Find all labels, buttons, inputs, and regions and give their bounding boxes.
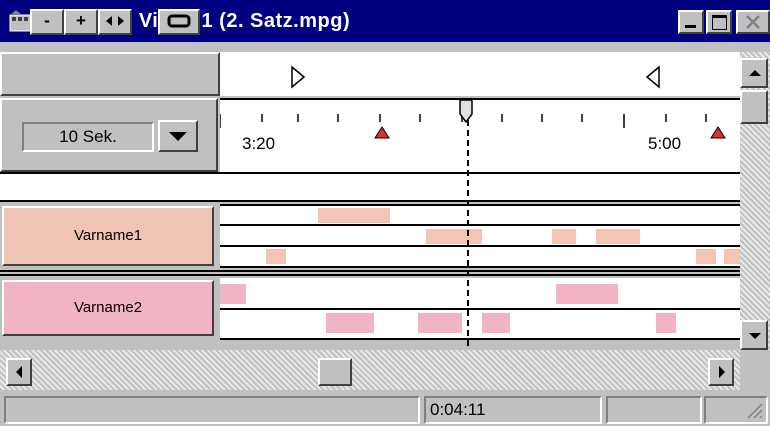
clip[interactable] [596, 229, 640, 244]
track-label-varname2[interactable]: Varname2 [2, 280, 214, 336]
status-cell-empty [4, 396, 420, 424]
minimize-icon [685, 25, 696, 28]
clip[interactable] [220, 284, 246, 304]
marker-icon[interactable] [374, 126, 390, 140]
horizontal-scroll-thumb[interactable] [318, 358, 352, 386]
chevron-down-icon [169, 132, 187, 141]
loop-button[interactable] [158, 9, 200, 35]
clip[interactable] [266, 249, 286, 264]
out-point-marker-icon[interactable] [645, 65, 661, 89]
zoom-select-value[interactable]: 10 Sek. [22, 122, 154, 152]
status-cell-empty [606, 396, 702, 424]
marker-icon[interactable] [710, 126, 726, 140]
in-point-marker-icon[interactable] [290, 65, 306, 89]
fit-view-button[interactable] [98, 9, 132, 35]
status-time: 0:04:11 [424, 396, 602, 424]
clip[interactable] [552, 229, 576, 244]
track-divider [0, 270, 740, 276]
loop-icon [167, 14, 191, 28]
minimize-button[interactable] [678, 10, 704, 34]
spacer-row [0, 172, 740, 202]
clip[interactable] [724, 249, 740, 264]
maximize-icon [712, 15, 727, 30]
horizontal-scrollbar[interactable] [0, 350, 740, 390]
zoom-out-button[interactable]: - [30, 9, 64, 35]
track-lane-varname2[interactable] [220, 278, 740, 340]
expand-arrows-icon [106, 16, 124, 26]
clip[interactable] [426, 229, 482, 244]
arrow-left-icon [16, 366, 22, 378]
close-button[interactable] [736, 10, 770, 34]
scroll-left-button[interactable] [6, 358, 32, 386]
clip[interactable] [418, 313, 462, 333]
arrow-right-icon [719, 366, 725, 378]
clip[interactable] [656, 313, 676, 333]
clip[interactable] [318, 208, 390, 223]
scroll-up-button[interactable] [740, 58, 768, 88]
clip[interactable] [556, 284, 618, 304]
vertical-scrollbar[interactable] [740, 52, 770, 360]
range-strip[interactable] [220, 52, 740, 96]
close-icon [746, 15, 760, 29]
vertical-scroll-thumb[interactable] [740, 90, 768, 124]
playhead-line [467, 120, 469, 356]
scroll-right-button[interactable] [708, 358, 734, 386]
timeline-toolbar [0, 52, 220, 96]
ruler-label-start: 3:20 [242, 134, 276, 153]
clip[interactable] [326, 313, 374, 333]
arrow-up-icon [749, 70, 761, 76]
zoom-in-button[interactable]: + [64, 9, 98, 35]
scroll-down-button[interactable] [740, 320, 768, 350]
clip[interactable] [482, 313, 510, 333]
maximize-button[interactable] [706, 10, 732, 34]
track-lane-varname1[interactable] [220, 204, 740, 268]
scroll-corner [740, 350, 770, 390]
playhead-handle-icon[interactable] [458, 98, 474, 126]
ruler-ticks [220, 114, 707, 128]
zoom-select-dropdown-button[interactable] [158, 120, 198, 152]
track-label-varname1[interactable]: Varname1 [2, 206, 214, 266]
ruler-label-end: 5:00 [648, 134, 682, 153]
clip[interactable] [696, 249, 716, 264]
arrow-down-icon [749, 333, 761, 339]
resize-grip-icon [747, 403, 763, 419]
size-grip[interactable] [704, 396, 768, 424]
time-ruler[interactable]: 3:20 5:00 [220, 98, 740, 172]
